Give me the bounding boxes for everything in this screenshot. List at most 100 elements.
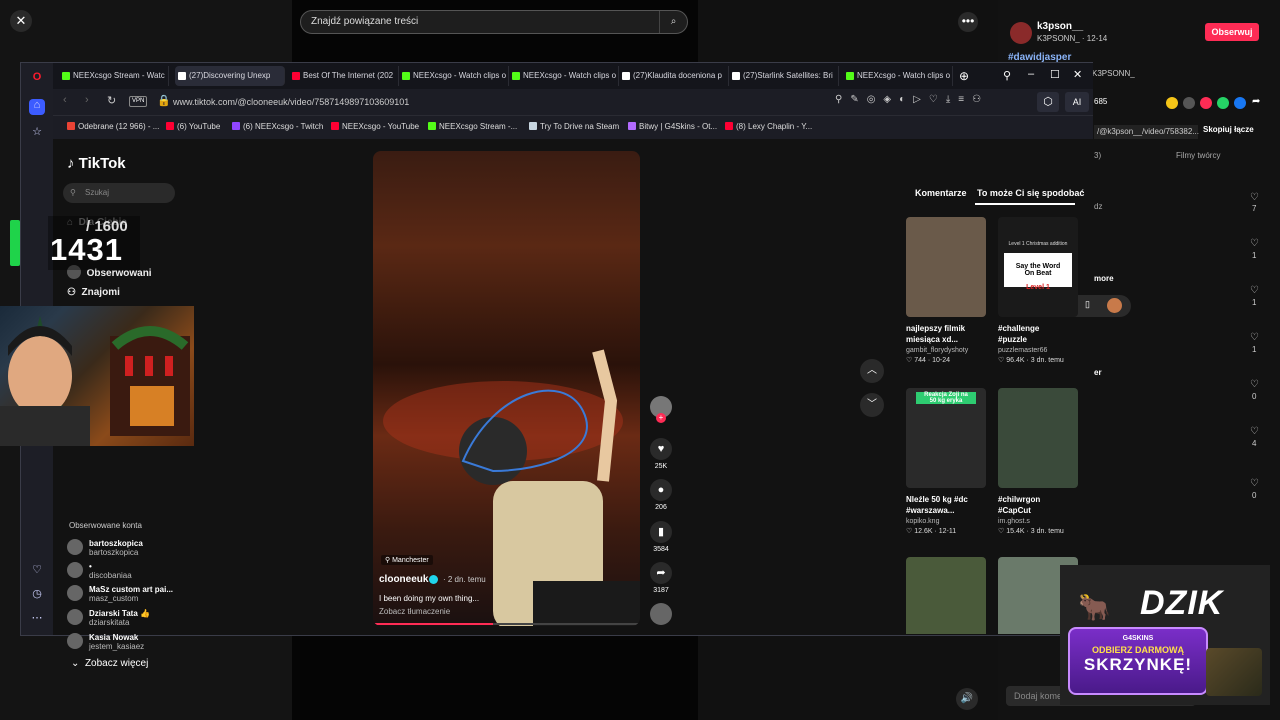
- reload-icon[interactable]: ↻: [107, 94, 116, 107]
- video-author[interactable]: clooneeuk: [379, 574, 428, 585]
- heart-icon[interactable]: ♡: [1250, 285, 1259, 296]
- card-caption: #chilwrgon #CapCut: [998, 495, 1041, 515]
- comment-fragment: more: [1094, 274, 1114, 283]
- vpn-badge[interactable]: VPN: [129, 96, 148, 107]
- suggested-video-card[interactable]: #chilwrgon #CapCut im.ghost.s ♡ 15.4K · …: [998, 388, 1078, 535]
- whatsapp-icon[interactable]: [1217, 97, 1229, 109]
- heart-icon[interactable]: ♡: [1250, 379, 1259, 390]
- suggested-video-card[interactable]: najlepszy filmik miesiąca xd... gambit_f…: [906, 217, 986, 364]
- home-icon[interactable]: ⌂: [29, 99, 45, 115]
- share-button[interactable]: ➦ 3187: [650, 562, 672, 594]
- close-icon[interactable]: ✕: [10, 10, 32, 32]
- heart-icon[interactable]: ♡: [1250, 332, 1259, 343]
- tab-favicon-icon: [846, 72, 854, 80]
- share-coin-icon[interactable]: [1166, 97, 1178, 109]
- author-avatar[interactable]: +: [650, 396, 672, 423]
- opera-logo-icon[interactable]: O: [29, 71, 45, 87]
- maximize-icon[interactable]: ☐: [1050, 68, 1060, 81]
- related-search-input[interactable]: Znajdź powiązane treści ⌕: [300, 10, 688, 34]
- browser-tab-active[interactable]: (27)Discovering Unexp: [175, 66, 285, 86]
- tab-favicon-icon: [62, 72, 70, 80]
- nav-friends[interactable]: ⚇ Znajomi: [67, 287, 120, 298]
- url-field[interactable]: www.tiktok.com/@clooneeuk/video/75871498…: [173, 94, 409, 110]
- lock-icon[interactable]: 🔒: [157, 94, 171, 107]
- heart-icon[interactable]: ♡: [1250, 426, 1259, 437]
- bookmark-item[interactable]: (6) NEEXcsgo - Twitch: [232, 122, 323, 131]
- history-icon[interactable]: ◷: [29, 587, 45, 603]
- browser-tab[interactable]: NEEXcsgo - Watch clips o: [843, 66, 953, 86]
- facebook-icon[interactable]: [1234, 97, 1246, 109]
- video-thumbnail: Reakcja Zoji na 50 kg eryka: [906, 388, 986, 488]
- comment-button[interactable]: ● 206: [650, 479, 672, 511]
- see-translation-link[interactable]: Zobacz tłumaczenie: [379, 607, 450, 616]
- video-link-field[interactable]: /@k3pson__/video/758382...: [1094, 125, 1199, 139]
- volume-icon[interactable]: 🔊: [956, 688, 978, 710]
- bookmark-item[interactable]: Bitwy | G4Skins - Ot...: [628, 122, 717, 131]
- suggested-video-card[interactable]: Reakcja Zoji na 50 kg eryka Nleźle 50 kg…: [906, 388, 986, 535]
- new-tab-icon[interactable]: ⊕: [959, 69, 969, 83]
- forward-icon[interactable]: ›: [85, 94, 89, 106]
- next-video-icon[interactable]: ﹀: [860, 393, 884, 417]
- extension-cube-icon[interactable]: ⬡: [1037, 92, 1059, 112]
- browser-tab[interactable]: NEEXcsgo - Watch clips o: [509, 66, 619, 86]
- copy-link-button[interactable]: Skopiuj łącze: [1203, 125, 1254, 134]
- comment-like-count: 7: [1252, 204, 1257, 213]
- bookmark-item[interactable]: Try To Drive na Steam: [529, 122, 619, 131]
- tab-creator-videos[interactable]: Filmy twórcy: [1176, 151, 1220, 160]
- browser-tab[interactable]: NEEXcsgo - Watch clips o: [399, 66, 509, 86]
- back-icon[interactable]: ‹: [63, 94, 67, 106]
- bookmark-favicon-icon: [232, 122, 240, 130]
- video-progress-bar[interactable]: [373, 623, 640, 625]
- profile-avatar[interactable]: [1107, 298, 1122, 313]
- heart-icon[interactable]: ♡: [1250, 478, 1259, 489]
- suggested-video-card[interactable]: Level 1 Christmas addition Say the Word …: [998, 217, 1078, 364]
- bookmark-item[interactable]: (6) YouTube: [166, 122, 220, 131]
- share-arrow-icon[interactable]: ➦: [1252, 96, 1260, 107]
- follow-button[interactable]: Obserwuj: [1205, 23, 1259, 41]
- comment-like-count: 0: [1252, 392, 1257, 401]
- window-close-icon[interactable]: ✕: [1073, 68, 1082, 81]
- ai-button[interactable]: AI: [1065, 92, 1089, 112]
- browser-tab[interactable]: (27)Starlink Satellites: Bri: [729, 66, 839, 86]
- see-more-button[interactable]: ⌄ Zobacz więcej: [71, 658, 148, 669]
- previous-video-icon[interactable]: ︿: [860, 359, 884, 383]
- video-player[interactable]: ⚲ Manchester clooneeuk · 2 dn. temu I be…: [373, 151, 640, 626]
- suggested-video-card[interactable]: [906, 557, 986, 634]
- like-button[interactable]: ♥ 25K: [650, 438, 672, 470]
- minimize-icon[interactable]: –: [1028, 68, 1034, 80]
- avatar[interactable]: [1010, 22, 1032, 44]
- bookmark-item[interactable]: NEEXcsgo Stream -...: [428, 122, 517, 131]
- device-icon[interactable]: ▯: [1085, 299, 1090, 310]
- follow-plus-icon[interactable]: +: [656, 413, 666, 423]
- browser-tab[interactable]: Best Of The Internet (202: [289, 66, 399, 86]
- embed-icon[interactable]: [1183, 97, 1195, 109]
- address-bar: ‹ › ↻ VPN 🔒 www.tiktok.com/@clooneeuk/vi…: [53, 89, 1093, 115]
- more-options-icon[interactable]: •••: [958, 12, 978, 32]
- location-tag[interactable]: ⚲ Manchester: [381, 555, 433, 565]
- browser-tab[interactable]: (27)Klaudita doceniona p: [619, 66, 729, 86]
- bookmarks-icon[interactable]: ☆: [29, 125, 45, 141]
- tab-favicon-icon: [402, 72, 410, 80]
- sidebar-more-icon[interactable]: ⋯: [29, 611, 45, 627]
- panel-username[interactable]: k3pson__: [1037, 21, 1083, 32]
- browser-tab[interactable]: NEEXcsgo Stream - Watc: [59, 66, 169, 86]
- search-icon: ⚲: [70, 188, 76, 197]
- comment-fragment: er: [1094, 368, 1102, 377]
- bookmark-item[interactable]: (8) Lexy Chaplin - Y...: [725, 122, 812, 131]
- bookmark-item[interactable]: Odebrane (12 966) - ...: [67, 122, 159, 131]
- search-icon[interactable]: ⌕: [659, 11, 687, 33]
- tab-search-icon[interactable]: ⚲: [1003, 69, 1011, 82]
- toolbar-icons[interactable]: ⚲✎◎◈◐▷♡⤓≡⚇: [835, 94, 989, 105]
- heart-icon[interactable]: ♡: [1250, 238, 1259, 249]
- tiktok-search-input[interactable]: ⚲ Szukaj: [63, 183, 175, 203]
- tiktok-share-icon[interactable]: [1200, 97, 1212, 109]
- tab-comments[interactable]: Komentarze: [915, 188, 967, 198]
- bookmark-label: (6) NEEXcsgo - Twitch: [243, 122, 324, 131]
- save-button[interactable]: ▮ 3584: [650, 521, 672, 553]
- bookmark-item[interactable]: NEEXcsgo - YouTube: [331, 122, 419, 131]
- favorites-heart-icon[interactable]: ♡: [29, 563, 45, 579]
- heart-icon[interactable]: ♡: [1250, 192, 1259, 203]
- tab-suggested[interactable]: To może Ci się spodobać: [977, 188, 1084, 198]
- sound-disc[interactable]: [650, 603, 672, 625]
- tiktok-logo[interactable]: ♪ TikTok: [67, 155, 126, 172]
